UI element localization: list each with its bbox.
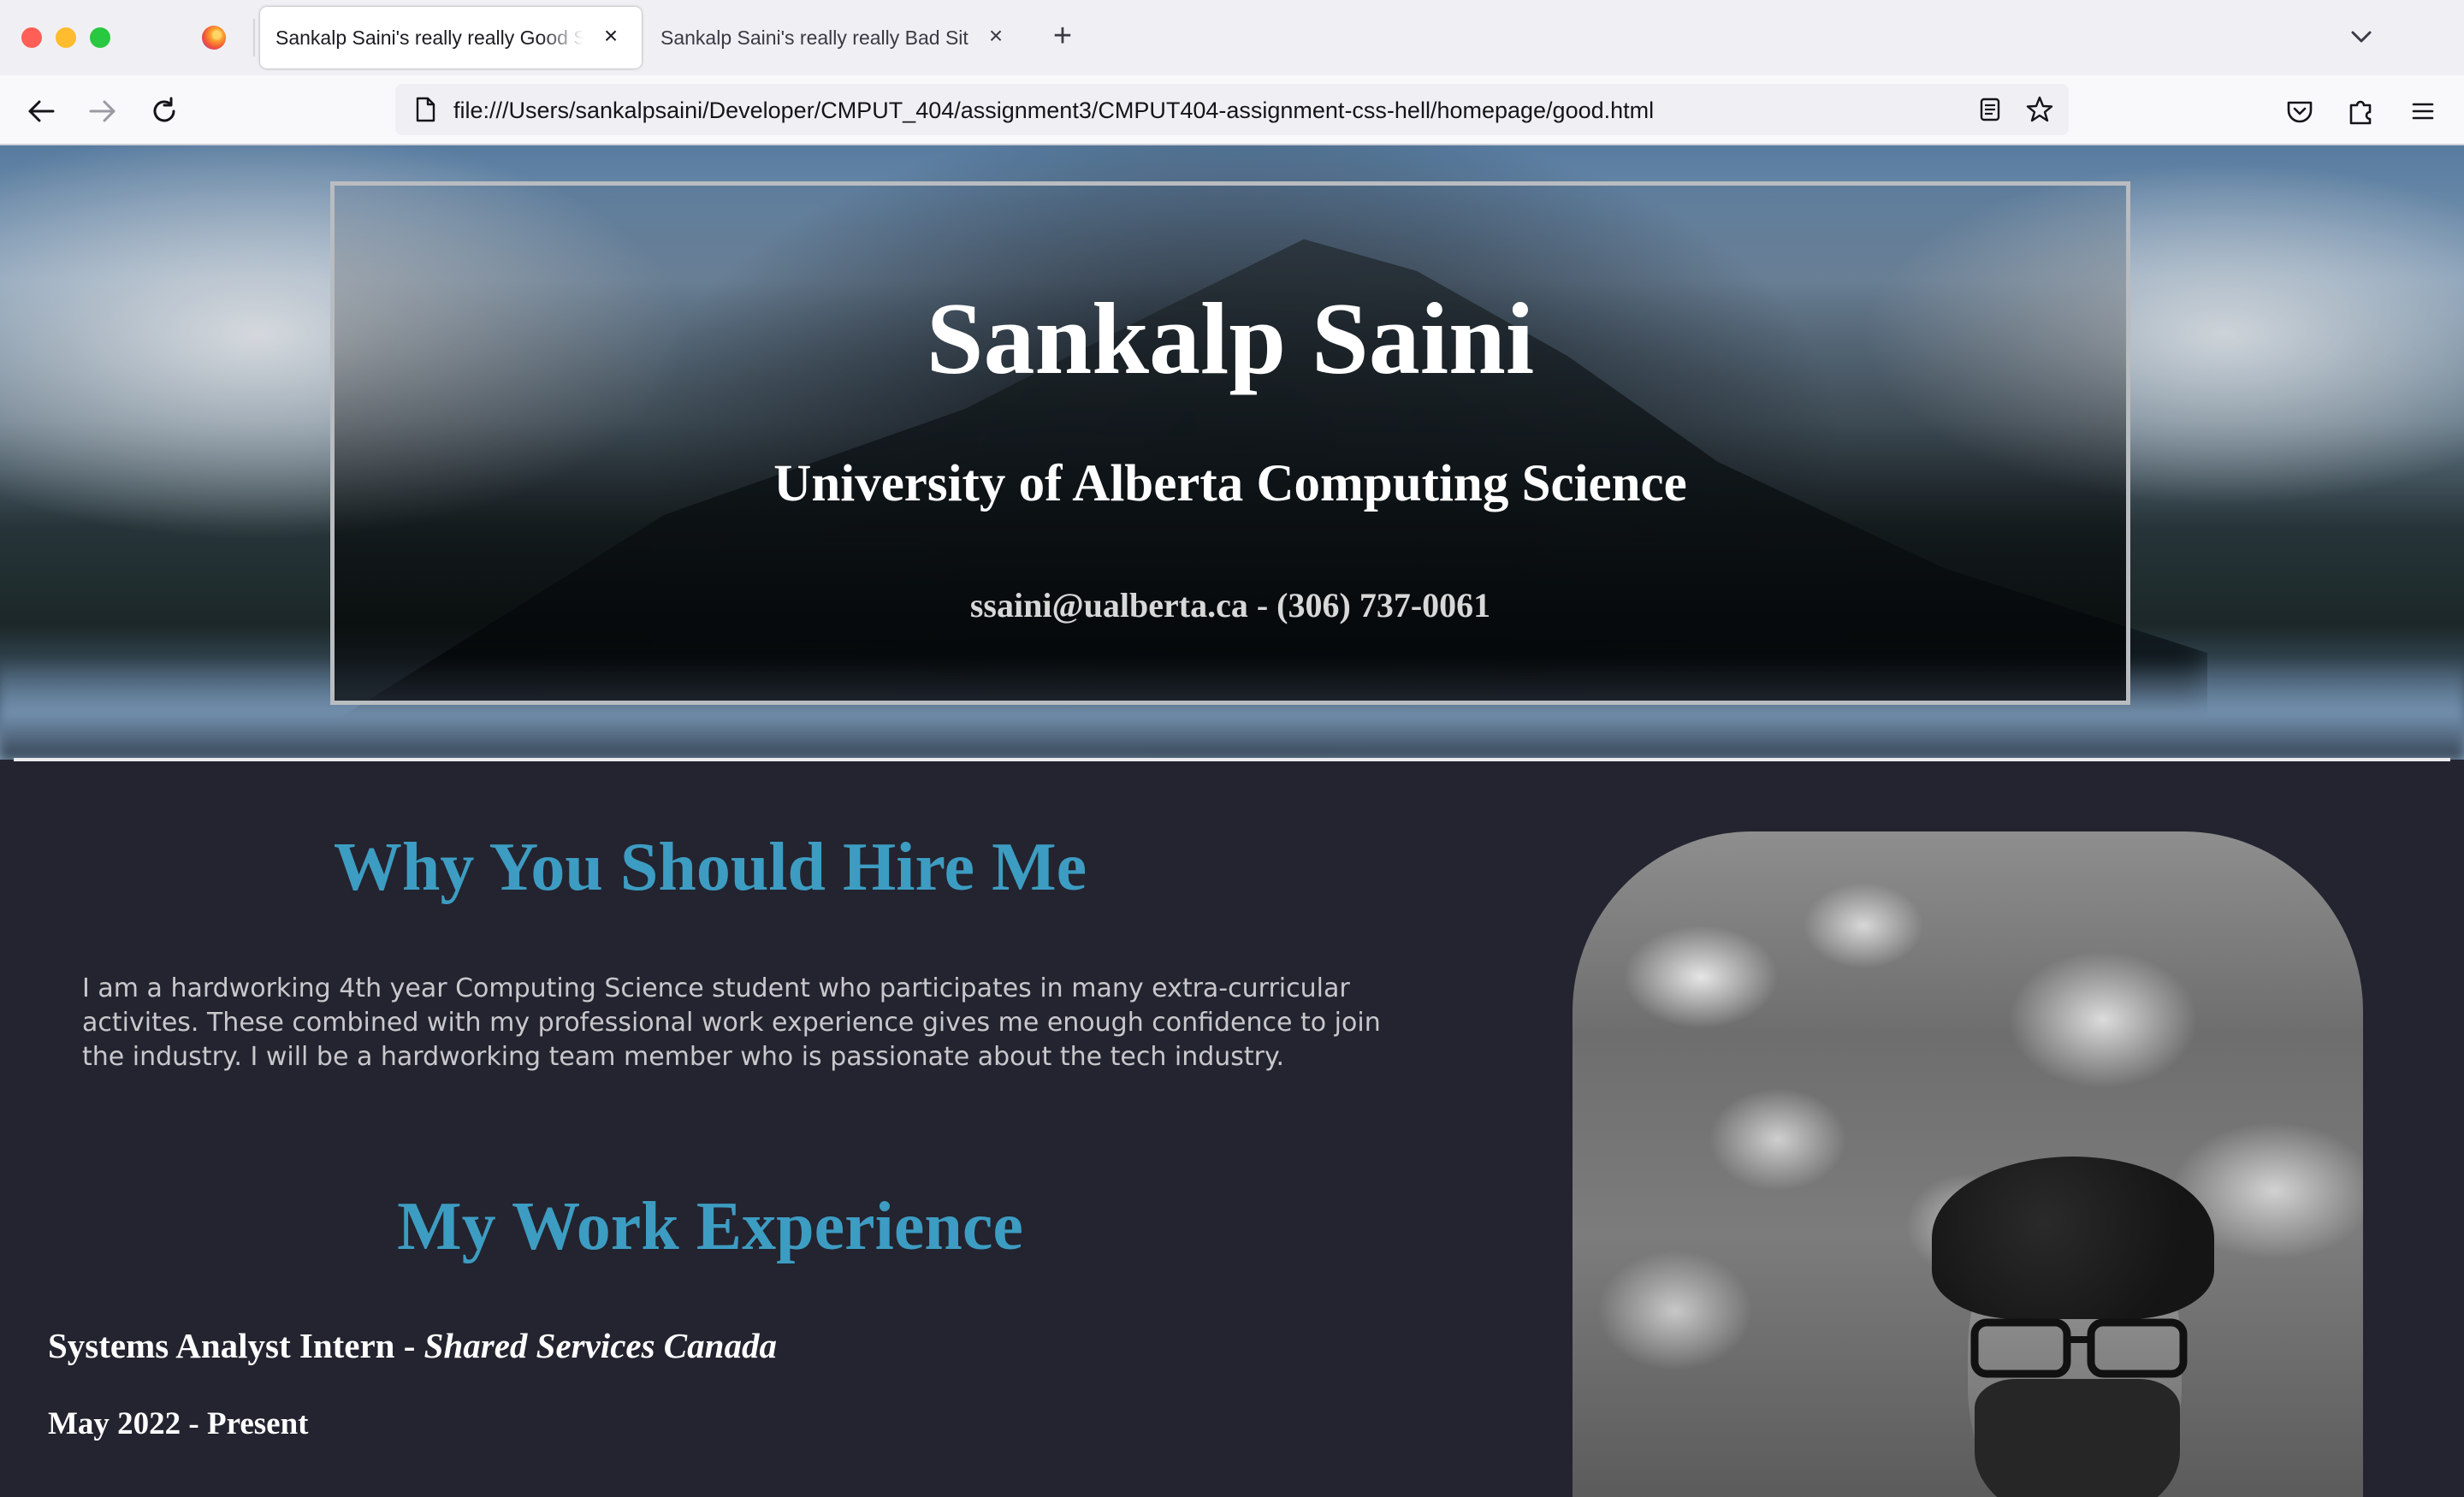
address-bar[interactable]: file:///Users/sankalpsaini/Developer/CMP… <box>395 84 2069 135</box>
tab-title: Sankalp Saini's really really Good Site <box>275 27 583 49</box>
back-icon[interactable] <box>22 92 60 130</box>
reader-view-icon[interactable] <box>1975 94 2005 125</box>
job-dates: May 2022 - Present <box>48 1406 309 1441</box>
divider <box>14 758 2450 761</box>
window-minimize-button[interactable] <box>56 27 76 48</box>
contact-info: ssaini@ualberta.ca - (306) 737-0061 <box>969 586 1491 624</box>
document-icon <box>416 97 435 122</box>
profile-beard <box>1975 1379 2180 1497</box>
bookmark-star-icon[interactable] <box>2024 94 2055 125</box>
hero-subtitle: University of Alberta Computing Science <box>773 455 1687 512</box>
hero-banner: Sankalp Saini University of Alberta Comp… <box>0 145 2464 760</box>
window-maximize-button[interactable] <box>90 27 110 48</box>
profile-glasses <box>1970 1318 2188 1378</box>
extensions-icon[interactable] <box>2343 92 2380 130</box>
forward-icon[interactable] <box>84 92 121 130</box>
reload-icon[interactable] <box>145 92 183 130</box>
close-tab-icon[interactable]: × <box>595 21 626 51</box>
window-close-button[interactable] <box>21 27 42 48</box>
tab-good-site[interactable]: Sankalp Saini's really really Good Site … <box>260 7 642 68</box>
job-company: Shared Services Canada <box>424 1326 777 1365</box>
tab-separator <box>253 19 255 56</box>
list-tabs-icon[interactable] <box>2344 21 2378 55</box>
hire-me-heading: Why You Should Hire Me <box>333 830 1087 905</box>
tab-title: Sankalp Saini's really really Bad Site <box>660 27 968 49</box>
web-page: Sankalp Saini University of Alberta Comp… <box>0 145 2464 1497</box>
navigation-toolbar: file:///Users/sankalpsaini/Developer/CMP… <box>0 75 2464 145</box>
menu-icon[interactable] <box>2404 92 2442 130</box>
job-title: Systems Analyst Intern - Shared Services… <box>48 1324 777 1367</box>
firefox-icon[interactable] <box>202 26 226 50</box>
hire-me-paragraph: I am a hardworking 4th year Computing Sc… <box>82 973 1381 1072</box>
new-tab-icon[interactable]: + <box>1045 19 1080 53</box>
tab-bar: Sankalp Saini's really really Good Site … <box>0 0 2464 75</box>
hero-card: Sankalp Saini University of Alberta Comp… <box>330 181 2130 705</box>
pocket-icon[interactable] <box>2281 92 2319 130</box>
work-experience-heading: My Work Experience <box>397 1189 1023 1264</box>
url-text[interactable]: file:///Users/sankalpsaini/Developer/CMP… <box>453 98 1654 123</box>
page-title: Sankalp Saini <box>926 281 1535 395</box>
profile-hair <box>1932 1157 2214 1319</box>
job-role: Systems Analyst Intern - <box>48 1326 424 1365</box>
close-tab-icon[interactable]: × <box>980 21 1011 51</box>
tab-bad-site[interactable]: Sankalp Saini's really really Bad Site × <box>645 7 1015 68</box>
profile-photo <box>1573 831 2363 1497</box>
